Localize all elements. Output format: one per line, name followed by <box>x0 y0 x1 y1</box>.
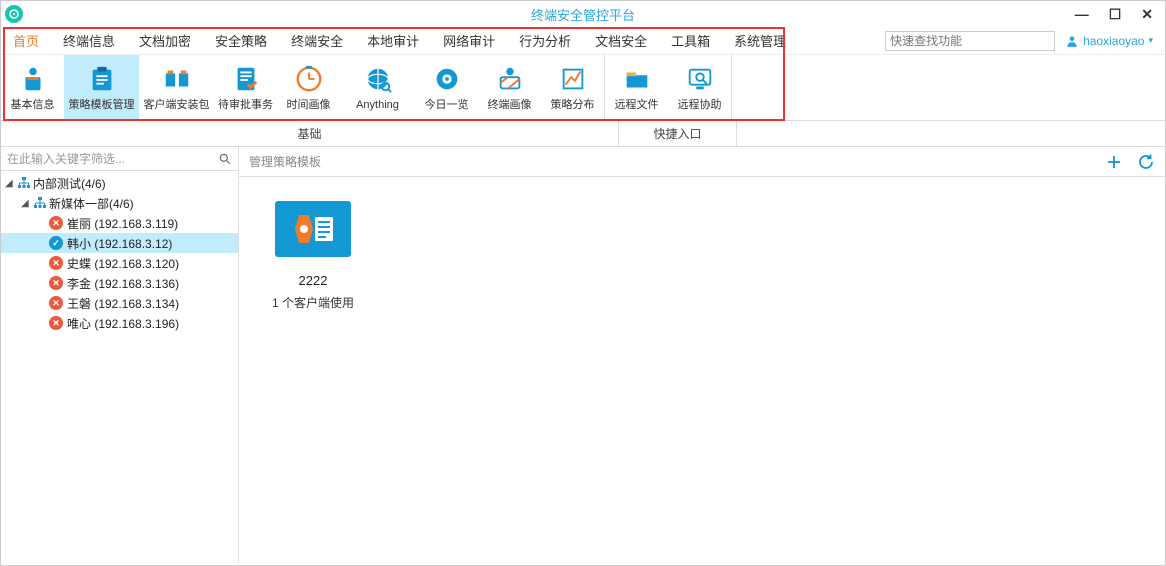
ribbon-basic[interactable]: 基本信息 <box>1 55 64 120</box>
search-icon <box>218 152 232 166</box>
ribbon-anything[interactable]: Anything <box>340 55 415 120</box>
content-body: 2222 1 个客户端使用 <box>239 177 1165 563</box>
user-icon <box>1065 34 1079 48</box>
dist-icon <box>558 61 588 97</box>
window-title: 终端安全管控平台 <box>531 5 635 24</box>
anything-icon <box>363 61 393 97</box>
ribbon-section-labels: 基础 快捷入口 <box>1 121 1165 147</box>
template-item[interactable]: 2222 1 个客户端使用 <box>263 201 363 311</box>
tree-client-5[interactable]: ✕唯心 (192.168.3.196) <box>1 313 238 333</box>
template-icon <box>275 201 351 257</box>
ribbon-remoteassist[interactable]: 远程协助 <box>668 55 731 120</box>
ribbon-installer[interactable]: 客户端安装包 <box>139 55 214 120</box>
tree-client-3[interactable]: ✕李金 (192.168.3.136) <box>1 273 238 293</box>
today-icon <box>432 61 462 97</box>
ribbon-remotefile[interactable]: 远程文件 <box>605 55 668 120</box>
basic-icon <box>18 61 48 97</box>
ribbon-policy[interactable]: 策略模板管理 <box>64 55 139 120</box>
template-name: 2222 <box>263 273 363 288</box>
section-quick-label: 快捷入口 <box>619 121 737 146</box>
ribbon-today[interactable]: 今日一览 <box>415 55 478 120</box>
expand-icon: ◢ <box>21 198 33 209</box>
main-tab-5[interactable]: 本地审计 <box>355 27 431 54</box>
main-tab-1[interactable]: 终端信息 <box>51 27 127 54</box>
main-tab-8[interactable]: 文档安全 <box>583 27 659 54</box>
content-area: 管理策略模板 <box>239 147 1165 563</box>
search-input[interactable] <box>885 31 1055 51</box>
main-tab-7[interactable]: 行为分析 <box>507 27 583 54</box>
chevron-down-icon: ▾ <box>1148 35 1153 46</box>
termimg-icon <box>495 61 525 97</box>
sidebar: 在此输入关键字筛选... ◢内部测试(4/6)◢新媒体一部(4/6)✕崔丽 (1… <box>1 147 239 563</box>
ribbon: 基本信息策略模板管理客户端安装包待审批事务时间画像Anything今日一览终端画… <box>1 55 1165 121</box>
ribbon-approval[interactable]: 待审批事务 <box>214 55 277 120</box>
header-right: haoxiaoyao ▾ <box>885 27 1165 54</box>
tree-client-1[interactable]: ✓韩小 (192.168.3.12) <box>1 233 238 253</box>
template-usage: 1 个客户端使用 <box>263 294 363 311</box>
timeimg-icon <box>294 61 324 97</box>
tree-client-2[interactable]: ✕史蝶 (192.168.3.120) <box>1 253 238 273</box>
app-window: 终端安全管控平台 — ☐ ✕ 首页终端信息文档加密安全策略终端安全本地审计网络审… <box>0 0 1166 566</box>
ribbon-group-quick: 远程文件远程协助 <box>605 55 732 120</box>
user-menu[interactable]: haoxiaoyao ▾ <box>1065 34 1153 48</box>
approval-icon <box>231 61 261 97</box>
policy-icon <box>87 61 117 97</box>
user-name: haoxiaoyao <box>1083 34 1144 48</box>
status-err-icon: ✕ <box>49 276 63 290</box>
titlebar: 终端安全管控平台 — ☐ ✕ <box>1 1 1165 27</box>
section-basic-label: 基础 <box>1 121 619 146</box>
add-icon[interactable] <box>1105 153 1123 171</box>
org-tree: ◢内部测试(4/6)◢新媒体一部(4/6)✕崔丽 (192.168.3.119)… <box>1 171 238 563</box>
main-tabs: 首页终端信息文档加密安全策略终端安全本地审计网络审计行为分析文档安全工具箱系统管… <box>1 27 798 54</box>
remotefile-icon <box>622 61 652 97</box>
ribbon-dist[interactable]: 策略分布 <box>541 55 604 120</box>
ribbon-timeimg[interactable]: 时间画像 <box>277 55 340 120</box>
main-tab-10[interactable]: 系统管理 <box>722 27 798 54</box>
org-icon <box>17 177 31 189</box>
status-err-icon: ✕ <box>49 316 63 330</box>
sidebar-search-placeholder: 在此输入关键字筛选... <box>7 150 218 167</box>
tree-client-4[interactable]: ✕王磐 (192.168.3.134) <box>1 293 238 313</box>
body: 在此输入关键字筛选... ◢内部测试(4/6)◢新媒体一部(4/6)✕崔丽 (1… <box>1 147 1165 563</box>
ribbon-termimg[interactable]: 终端画像 <box>478 55 541 120</box>
main-tab-2[interactable]: 文档加密 <box>127 27 203 54</box>
close-button[interactable]: ✕ <box>1141 7 1153 21</box>
content-title: 管理策略模板 <box>249 153 1105 170</box>
sidebar-search[interactable]: 在此输入关键字筛选... <box>1 147 238 171</box>
tree-root[interactable]: ◢内部测试(4/6) <box>1 173 238 193</box>
tree-client-0[interactable]: ✕崔丽 (192.168.3.119) <box>1 213 238 233</box>
app-logo-icon <box>5 5 23 23</box>
ribbon-group-basic: 基本信息策略模板管理客户端安装包待审批事务时间画像Anything今日一览终端画… <box>1 55 605 120</box>
refresh-icon[interactable] <box>1137 153 1155 171</box>
remoteassist-icon <box>685 61 715 97</box>
org-icon <box>33 197 47 209</box>
main-tab-9[interactable]: 工具箱 <box>659 27 722 54</box>
tree-group[interactable]: ◢新媒体一部(4/6) <box>1 193 238 213</box>
main-tab-0[interactable]: 首页 <box>1 27 51 54</box>
main-tab-4[interactable]: 终端安全 <box>279 27 355 54</box>
content-header: 管理策略模板 <box>239 147 1165 177</box>
content-actions <box>1105 153 1155 171</box>
installer-icon <box>162 61 192 97</box>
main-tab-3[interactable]: 安全策略 <box>203 27 279 54</box>
main-tabs-row: 首页终端信息文档加密安全策略终端安全本地审计网络审计行为分析文档安全工具箱系统管… <box>1 27 1165 55</box>
maximize-button[interactable]: ☐ <box>1109 7 1122 21</box>
status-err-icon: ✕ <box>49 296 63 310</box>
status-ok-icon: ✓ <box>49 236 63 250</box>
status-err-icon: ✕ <box>49 216 63 230</box>
window-controls: — ☐ ✕ <box>1075 7 1165 21</box>
main-tab-6[interactable]: 网络审计 <box>431 27 507 54</box>
status-err-icon: ✕ <box>49 256 63 270</box>
minimize-button[interactable]: — <box>1075 7 1089 21</box>
expand-icon: ◢ <box>5 178 17 189</box>
